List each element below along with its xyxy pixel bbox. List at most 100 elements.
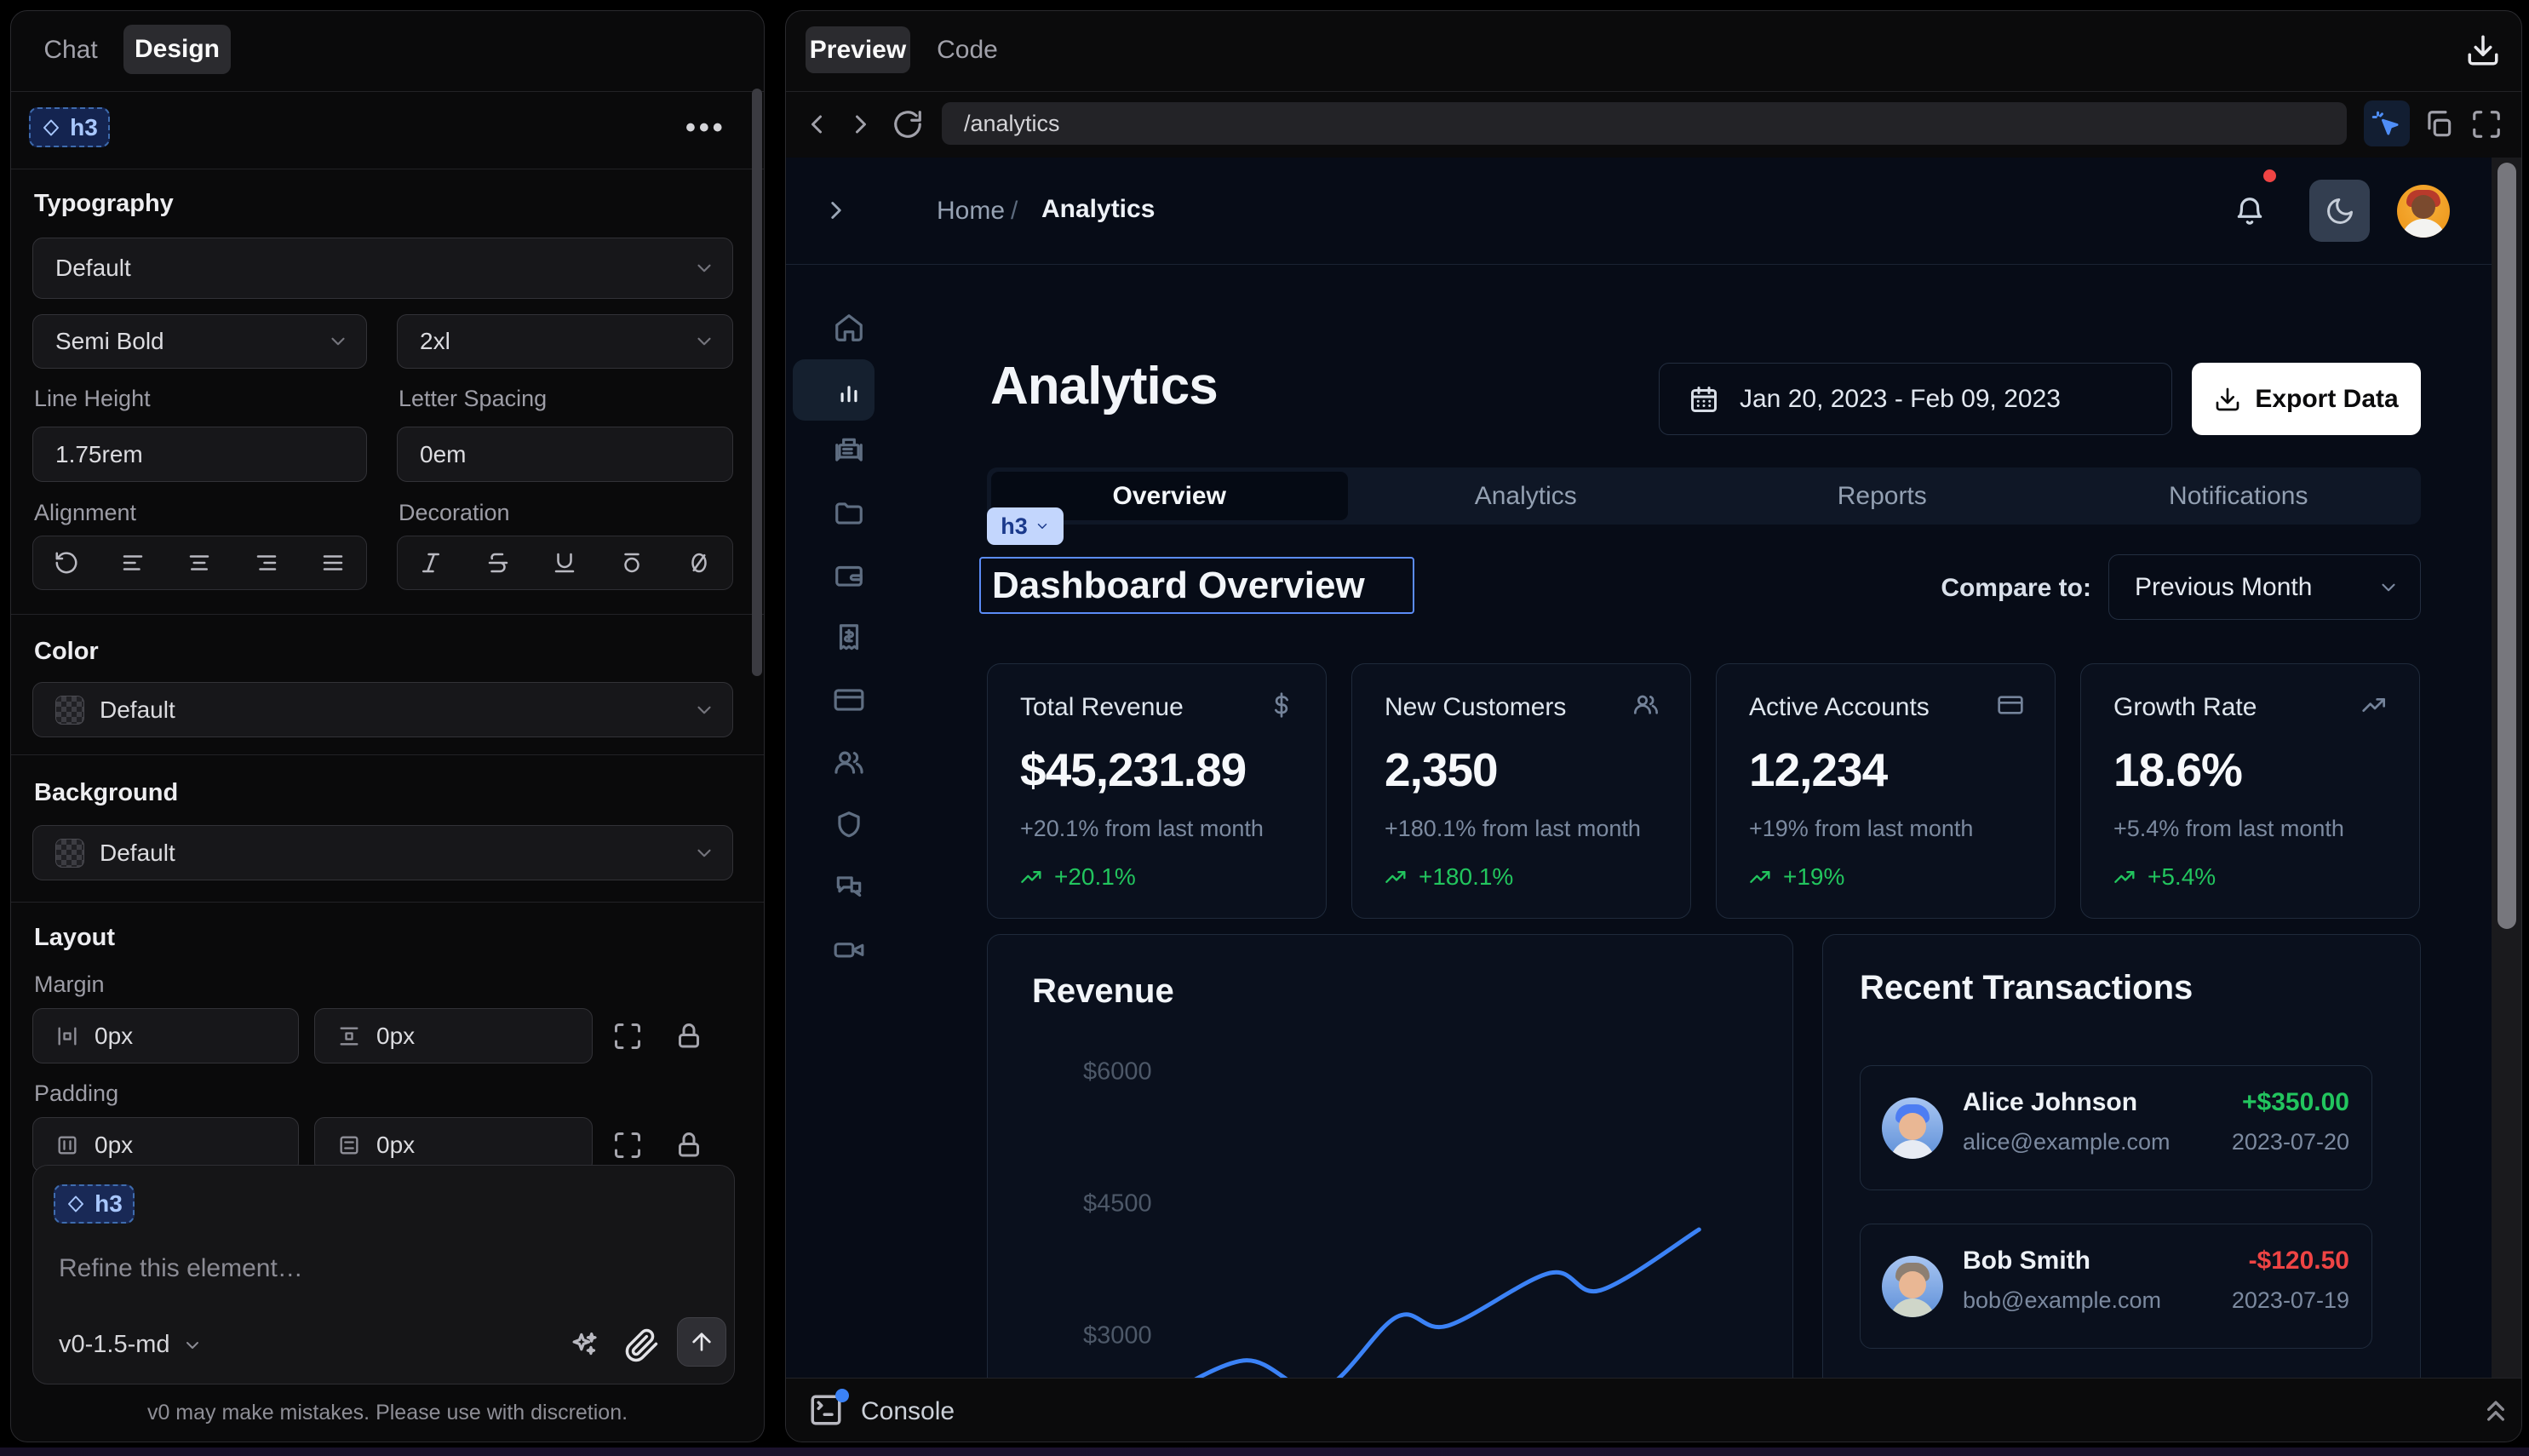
download-icon[interactable]	[2465, 32, 2501, 68]
underline-icon[interactable]	[552, 550, 577, 576]
credit-card-icon	[833, 684, 865, 716]
chevron-down-icon	[2377, 576, 2400, 599]
refresh-icon[interactable]	[892, 108, 924, 140]
design-panel: Chat Design h3 ••• Typography Default Se…	[10, 10, 765, 1442]
expand-margin-icon[interactable]	[612, 1021, 643, 1052]
decoration-label: Decoration	[399, 500, 510, 526]
stat-card-active-accounts: Active Accounts 12,234 +19% from last mo…	[1716, 663, 2056, 919]
align-justify-icon[interactable]	[320, 550, 346, 576]
font-weight-select[interactable]: Semi Bold	[32, 314, 367, 369]
font-size-select[interactable]: 2xl	[397, 314, 733, 369]
model-select[interactable]: v0-1.5-md	[59, 1331, 203, 1359]
sidebar-item-users[interactable]	[817, 737, 881, 788]
copy-icon[interactable]	[2423, 108, 2455, 140]
cursor-click-icon	[2371, 108, 2402, 139]
sidebar-item-video[interactable]	[817, 924, 881, 975]
breadcrumb-separator: /	[1011, 197, 1018, 226]
sidebar-item-wallet[interactable]	[817, 550, 881, 601]
fullscreen-icon[interactable]	[2470, 108, 2503, 140]
trending-up-icon	[1749, 865, 1773, 889]
color-select[interactable]: Default	[32, 682, 733, 737]
expand-padding-icon[interactable]	[612, 1130, 643, 1161]
align-center-icon[interactable]	[186, 550, 212, 576]
send-button[interactable]	[677, 1317, 726, 1367]
trending-up-icon	[1385, 865, 1408, 889]
sparkles-icon[interactable]	[568, 1329, 600, 1361]
background-swatch	[55, 839, 84, 868]
sidebar-item-files[interactable]	[817, 488, 881, 539]
revenue-chart-card: Revenue $6000 $4500 $3000	[987, 934, 1793, 1378]
transaction-row-alice[interactable]: Alice Johnson alice@example.com +$350.00…	[1860, 1065, 2372, 1190]
no-decoration-icon[interactable]	[686, 550, 712, 576]
chevrons-up-icon[interactable]	[2479, 1394, 2513, 1428]
tab-reports[interactable]: Reports	[1704, 472, 2061, 520]
padding-label: Padding	[34, 1081, 118, 1107]
chevron-down-icon	[693, 699, 715, 721]
selected-element-badge[interactable]: h3	[29, 107, 110, 147]
margin-x-input[interactable]: 0px	[32, 1008, 299, 1063]
home-icon	[833, 312, 865, 344]
breadcrumb-home[interactable]: Home	[937, 197, 1005, 226]
theme-toggle-button[interactable]	[2309, 180, 2370, 242]
folder-icon	[833, 497, 865, 530]
lock-padding-icon[interactable]	[674, 1130, 704, 1161]
chevron-down-icon	[693, 257, 715, 279]
transaction-row-bob[interactable]: Bob Smith bob@example.com -$120.50 2023-…	[1860, 1224, 2372, 1349]
credit-card-icon	[1997, 691, 2024, 719]
chevron-down-icon	[182, 1335, 203, 1356]
align-left-icon[interactable]	[120, 550, 146, 576]
sidebar-item-reports[interactable]	[817, 425, 881, 476]
sidebar-item-messages[interactable]	[817, 862, 881, 913]
user-avatar[interactable]	[2397, 185, 2450, 238]
tab-notifications[interactable]: Notifications	[2061, 472, 2417, 520]
selection-tag[interactable]: h3	[987, 507, 1064, 545]
undo-icon[interactable]	[54, 550, 79, 576]
console-bar[interactable]: Console	[786, 1378, 2522, 1442]
margin-y-input[interactable]: 0px	[314, 1008, 593, 1063]
sidebar-item-cards[interactable]	[817, 674, 881, 725]
export-data-button[interactable]: Export Data	[2192, 363, 2421, 435]
tab-chat[interactable]: Chat	[28, 26, 113, 73]
preview-scrollbar-thumb[interactable]	[2497, 163, 2516, 929]
overline-icon[interactable]	[619, 550, 645, 576]
sidebar-item-invoices[interactable]	[817, 612, 881, 663]
dollar-sign-icon	[1268, 691, 1295, 719]
nav-back-icon[interactable]	[801, 109, 832, 140]
video-icon	[833, 933, 865, 966]
left-panel-scrollbar[interactable]	[752, 89, 762, 676]
alignment-toolbar	[32, 536, 367, 590]
align-right-icon[interactable]	[254, 550, 279, 576]
tab-analytics[interactable]: Analytics	[1348, 472, 1705, 520]
strikethrough-icon[interactable]	[485, 550, 511, 576]
url-input[interactable]: /analytics	[942, 102, 2347, 145]
layout-section-label: Layout	[34, 924, 115, 952]
inspect-cursor-button[interactable]	[2364, 100, 2410, 146]
tab-preview[interactable]: Preview	[806, 26, 910, 73]
compare-select[interactable]: Previous Month	[2108, 554, 2421, 620]
preview-scrollbar-track[interactable]	[2492, 158, 2522, 1378]
refine-input[interactable]: Refine this element…	[59, 1254, 303, 1283]
section-heading-selected[interactable]: Dashboard Overview	[979, 557, 1414, 614]
tab-code[interactable]: Code	[929, 26, 1006, 73]
line-height-input[interactable]: 1.75rem	[32, 427, 367, 482]
font-family-select[interactable]: Default	[32, 238, 733, 299]
lock-margin-icon[interactable]	[674, 1021, 704, 1052]
composer-element-badge[interactable]: h3	[54, 1184, 135, 1224]
sidebar-item-analytics[interactable]	[817, 364, 881, 416]
letter-spacing-input[interactable]: 0em	[397, 427, 733, 482]
users-icon	[1632, 691, 1660, 719]
bell-icon[interactable]	[2234, 195, 2266, 227]
sidebar-item-home[interactable]	[817, 302, 881, 353]
date-range-picker[interactable]: Jan 20, 2023 - Feb 09, 2023	[1659, 363, 2172, 435]
sidebar-item-security[interactable]	[817, 800, 881, 851]
notification-dot	[2263, 169, 2276, 182]
background-select[interactable]: Default	[32, 825, 733, 880]
italic-icon[interactable]	[418, 550, 444, 576]
sidebar-toggle-icon[interactable]	[822, 196, 851, 225]
nav-forward-icon[interactable]	[846, 109, 876, 140]
alignment-label: Alignment	[34, 500, 136, 526]
element-menu-button[interactable]: •••	[685, 112, 726, 145]
color-section-label: Color	[34, 638, 99, 666]
paperclip-icon[interactable]	[624, 1327, 660, 1363]
tab-design[interactable]: Design	[123, 25, 231, 74]
